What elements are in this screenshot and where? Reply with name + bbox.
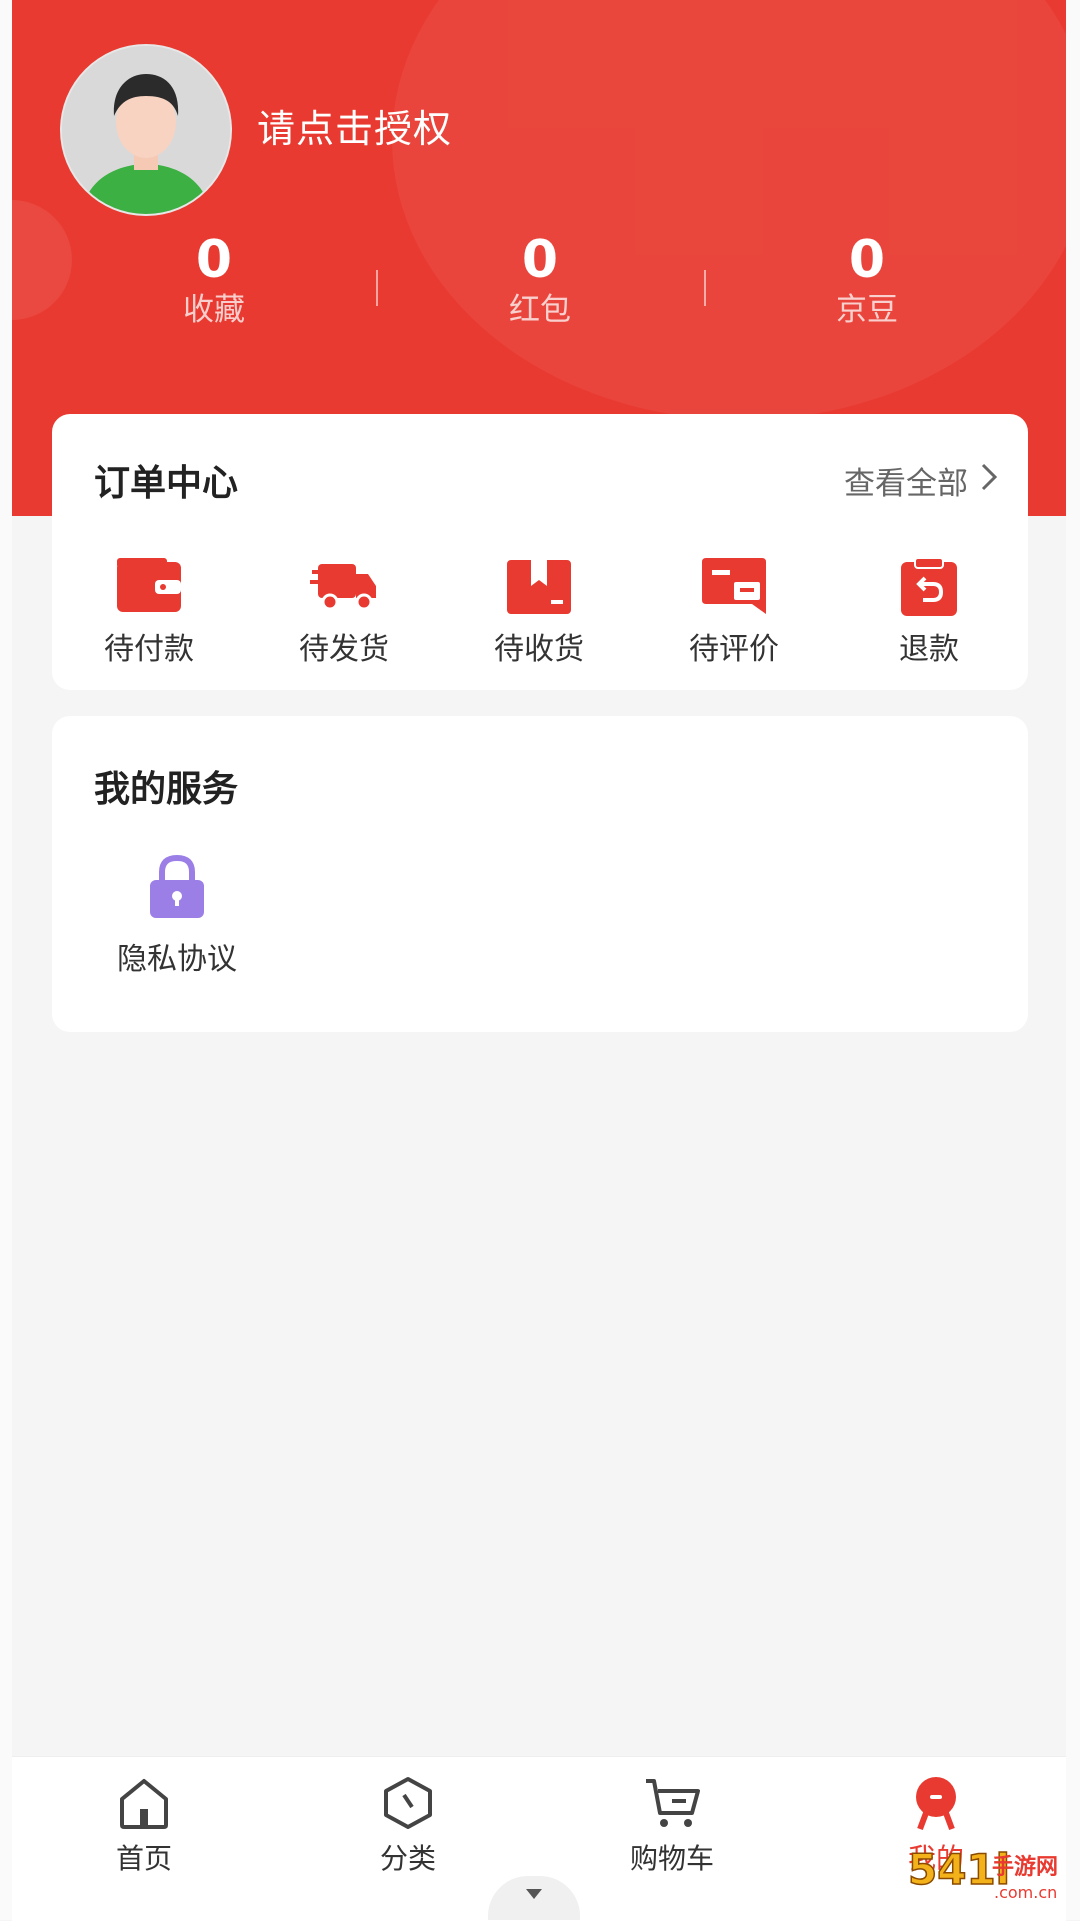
avatar[interactable] bbox=[60, 44, 232, 216]
tab-category[interactable]: 分类 bbox=[328, 1775, 488, 1877]
order-center-card: 订单中心 查看全部 待付款 待发货 待收货 待评价 退款 bbox=[52, 414, 1028, 690]
service-label: 隐私协议 bbox=[117, 942, 237, 977]
order-refund[interactable]: 退款 bbox=[849, 544, 1009, 668]
my-services-card: 我的服务 隐私协议 bbox=[52, 716, 1028, 1032]
profile-icon bbox=[906, 1775, 966, 1831]
right-edge bbox=[1066, 0, 1080, 1920]
order-status-row: 待付款 待发货 待收货 待评价 退款 bbox=[52, 544, 1028, 674]
stat-favorites[interactable]: 0 收藏 bbox=[114, 230, 314, 330]
authorize-prompt[interactable]: 请点击授权 bbox=[257, 98, 452, 153]
stat-divider bbox=[376, 270, 378, 306]
stat-label: 红包 bbox=[509, 292, 571, 328]
service-privacy-policy[interactable]: 隐私协议 bbox=[92, 854, 262, 978]
tab-label: 首页 bbox=[115, 1842, 172, 1875]
lock-icon bbox=[146, 854, 208, 920]
tab-cart[interactable]: 购物车 bbox=[592, 1775, 752, 1877]
stat-jingdou[interactable]: 0 京豆 bbox=[767, 230, 967, 330]
chevron-right-icon bbox=[980, 462, 998, 500]
order-pending-shipment[interactable]: 待发货 bbox=[264, 544, 424, 668]
home-icon bbox=[114, 1775, 174, 1831]
view-all-label: 查看全部 bbox=[844, 466, 968, 502]
triangle-down-icon bbox=[526, 1889, 542, 1899]
box-icon bbox=[505, 556, 573, 616]
stat-red-packets[interactable]: 0 红包 bbox=[440, 230, 640, 330]
watermark-logo: 541l 手游网 .com.cn bbox=[907, 1838, 1068, 1906]
left-edge bbox=[0, 0, 12, 1920]
stat-value: 0 bbox=[848, 230, 886, 290]
tab-home[interactable]: 首页 bbox=[64, 1775, 224, 1877]
wallet-icon bbox=[115, 556, 183, 616]
category-icon bbox=[378, 1775, 438, 1831]
stat-label: 京豆 bbox=[836, 292, 898, 328]
order-item-label: 待评价 bbox=[689, 632, 779, 667]
refund-icon bbox=[895, 556, 963, 616]
cart-icon bbox=[642, 1775, 702, 1831]
order-pending-review[interactable]: 待评价 bbox=[654, 544, 814, 668]
stat-label: 收藏 bbox=[183, 292, 245, 328]
order-center-title: 订单中心 bbox=[94, 463, 239, 504]
stats-row: 0 收藏 0 红包 0 京豆 bbox=[12, 230, 1066, 340]
svg-text:.com.cn: .com.cn bbox=[994, 1883, 1057, 1902]
view-all-orders-link[interactable]: 查看全部 bbox=[844, 458, 998, 503]
tab-label: 购物车 bbox=[629, 1842, 714, 1875]
stat-divider bbox=[704, 270, 706, 306]
order-pending-receipt[interactable]: 待收货 bbox=[459, 544, 619, 668]
stat-value: 0 bbox=[195, 230, 233, 290]
order-item-label: 待发货 bbox=[299, 632, 389, 667]
order-item-label: 待收货 bbox=[494, 632, 584, 667]
order-pending-payment[interactable]: 待付款 bbox=[69, 544, 229, 668]
comment-icon bbox=[700, 556, 768, 616]
tab-label: 分类 bbox=[379, 1842, 436, 1875]
truck-icon bbox=[310, 556, 378, 616]
header-decoration bbox=[392, 0, 1066, 420]
stat-value: 0 bbox=[521, 230, 559, 290]
order-item-label: 待付款 bbox=[104, 632, 194, 667]
order-item-label: 退款 bbox=[899, 632, 959, 667]
my-services-title: 我的服务 bbox=[94, 769, 239, 810]
svg-text:手游网: 手游网 bbox=[992, 1854, 1058, 1880]
